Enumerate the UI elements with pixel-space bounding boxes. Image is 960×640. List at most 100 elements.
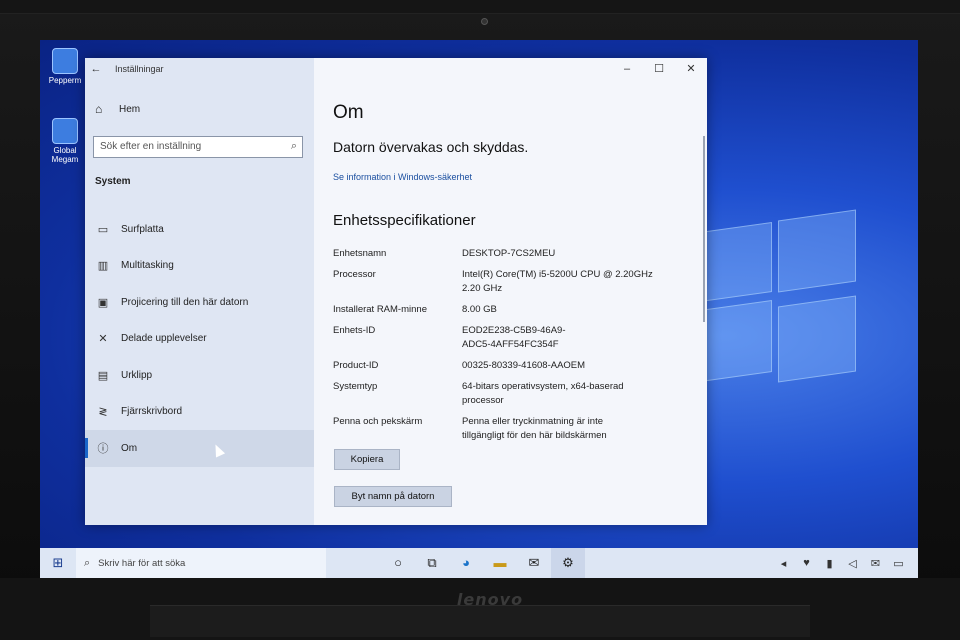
laptop-hinge [150, 605, 810, 637]
device-specs: Enhetsnamn DESKTOP-7CS2MEU Processor Int… [333, 247, 693, 450]
settings-sidebar: ← Inställningar ⌂ Hem Sök efter en instä… [85, 58, 314, 525]
app-icon [52, 48, 78, 74]
spec-label: Product-ID [333, 360, 379, 371]
clipboard-icon: ▤ [97, 369, 109, 382]
window-controls: – ☐ ✕ [611, 58, 707, 80]
scrollbar[interactable] [703, 136, 705, 322]
settings-window: ← Inställningar ⌂ Hem Sök efter en instä… [85, 58, 707, 525]
desktop-screen: Pepperm Global Megam ← Inställningar ⌂ H… [40, 40, 918, 578]
sidebar-item-label: Multitasking [121, 260, 174, 272]
home-icon: ⌂ [95, 102, 103, 116]
title-bar: ← Inställningar [85, 58, 314, 80]
file-explorer-icon[interactable]: ▬ [483, 548, 517, 578]
home-link[interactable]: ⌂ Hem [95, 102, 140, 116]
windows-wallpaper-logo [700, 209, 860, 385]
back-button[interactable]: ← [85, 63, 107, 75]
sidebar-item-projection[interactable]: ▣ Projicering till den här datorn [85, 284, 314, 321]
sidebar-item-shared-experiences[interactable]: ✕ Delade upplevelser [85, 321, 314, 358]
multitasking-icon: ▥ [97, 260, 109, 273]
desktop-icon-label: Global Megam [51, 146, 79, 164]
spec-value: Intel(R) Core(TM) i5-5200U CPU @ 2.20GHz… [462, 269, 653, 294]
protection-status: Datorn övervakas och skyddas. [333, 139, 529, 155]
rename-pc-button[interactable]: Byt namn på datorn [334, 486, 452, 507]
security-link[interactable]: Se information i Windows-säkerhet [333, 172, 472, 182]
minimize-icon: – [623, 63, 631, 75]
settings-search-input[interactable]: Sök efter en inställning ⌕ [93, 136, 303, 158]
spec-value: Penna eller tryckinmatning är inte tillg… [462, 416, 607, 441]
sidebar-item-remote-desktop[interactable]: ≷ Fjärrskrivbord [85, 394, 314, 431]
sidebar-item-clipboard[interactable]: ▤ Urklipp [85, 357, 314, 394]
webcam [481, 18, 488, 25]
specs-heading: Enhetsspecifikationer [333, 212, 476, 229]
spec-value: DESKTOP-7CS2MEU [462, 248, 556, 259]
spec-row: Installerat RAM-minne 8.00 GB [333, 303, 693, 317]
projection-icon: ▣ [97, 296, 109, 309]
spec-row: Systemtyp 64-bitars operativsystem, x64-… [333, 380, 693, 408]
desktop-icon-label: Pepperm [48, 76, 82, 85]
taskbar: ⊞ ⌕ Skriv här för att söka ○ ⧉ ◕ ▬ ✉ ⚙ ◂… [40, 548, 918, 578]
volume-icon[interactable]: ◁ [841, 557, 864, 570]
maximize-icon: ☐ [654, 63, 664, 75]
info-icon: ⓘ [97, 443, 109, 456]
minimize-button[interactable]: – [611, 58, 643, 80]
arrow-left-icon: ← [90, 63, 102, 75]
bezel-top [0, 0, 960, 14]
settings-icon[interactable]: ⚙ [551, 548, 585, 578]
battery-icon[interactable]: ▮ [818, 557, 841, 570]
security-shield-icon[interactable]: ♥ [795, 557, 818, 569]
close-button[interactable]: ✕ [675, 58, 707, 80]
sidebar-item-label: Projicering till den här datorn [121, 296, 249, 308]
settings-main-pane: – ☐ ✕ Om Datorn övervakas och skyddas. S… [314, 58, 707, 525]
sidebar-item-multitasking[interactable]: ▥ Multitasking [85, 248, 314, 285]
sidebar-item-tablet[interactable]: ▭ Surfplatta [85, 211, 314, 248]
sidebar-item-label: Fjärrskrivbord [121, 406, 183, 418]
cortana-icon[interactable]: ○ [381, 548, 415, 578]
desktop-icon[interactable]: Pepperm [42, 48, 88, 85]
sidebar-nav: ▭ Surfplatta ▥ Multitasking ▣ Projicerin… [85, 211, 314, 467]
spec-label: Systemtyp [333, 381, 378, 392]
tray-chevron-icon[interactable]: ◂ [772, 557, 795, 570]
system-tray: ◂ ♥ ▮ ◁ ✉ ▭ [772, 548, 910, 578]
spec-row: Enhetsnamn DESKTOP-7CS2MEU [333, 247, 693, 261]
copy-button[interactable]: Kopiera [334, 449, 400, 470]
spec-label: Processor [333, 269, 376, 280]
taskbar-search-input[interactable]: ⌕ Skriv här för att söka [76, 548, 326, 578]
search-icon: ⌕ [84, 556, 91, 569]
shared-experiences-icon: ✕ [98, 333, 108, 346]
app-icon [52, 118, 78, 144]
windows-start-icon: ⊞ [52, 555, 64, 570]
start-button[interactable]: ⊞ [40, 555, 76, 571]
spec-row: Product-ID 00325-80339-41608-AAOEM [333, 359, 693, 373]
spec-row: Processor Intel(R) Core(TM) i5-5200U CPU… [333, 268, 693, 296]
spec-value: EOD2E238-C5B9-46A9- ADC5-4AFF54FC354F [462, 325, 566, 350]
mail-icon[interactable]: ✉ [517, 548, 551, 578]
sidebar-item-label: Om [121, 442, 138, 454]
task-view-icon[interactable]: ⧉ [415, 548, 449, 578]
sidebar-item-about[interactable]: ⓘ Om [85, 430, 314, 467]
edge-icon[interactable]: ◕ [449, 548, 483, 578]
taskbar-search-placeholder: Skriv här för att söka [98, 557, 186, 569]
close-icon: ✕ [686, 63, 696, 75]
tablet-icon: ▭ [97, 223, 109, 236]
page-title: Om [333, 102, 364, 123]
search-placeholder: Sök efter en inställning [100, 141, 202, 152]
sidebar-item-label: Urklipp [121, 369, 153, 381]
home-label: Hem [119, 103, 141, 115]
spec-label: Enhets-ID [333, 325, 376, 336]
desktop-icon[interactable]: Global Megam [42, 118, 88, 164]
remote-desktop-icon: ≷ [98, 406, 108, 419]
notification-center-icon[interactable]: ▭ [887, 557, 910, 570]
search-icon[interactable]: ⌕ [291, 140, 297, 153]
section-title: System [95, 176, 131, 187]
spec-value: 64-bitars operativsystem, x64-baserad pr… [462, 381, 624, 406]
language-icon[interactable]: ✉ [864, 557, 887, 570]
sidebar-item-label: Surfplatta [121, 223, 164, 235]
spec-label: Installerat RAM-minne [333, 304, 427, 315]
taskbar-apps: ○ ⧉ ◕ ▬ ✉ ⚙ [381, 548, 585, 578]
spec-row: Enhets-ID EOD2E238-C5B9-46A9- ADC5-4AFF5… [333, 324, 693, 352]
spec-label: Enhetsnamn [333, 248, 387, 259]
maximize-button[interactable]: ☐ [643, 58, 675, 80]
spec-row: Penna och pekskärm Penna eller tryckinma… [333, 415, 693, 443]
sidebar-item-label: Delade upplevelser [121, 333, 207, 345]
spec-value: 8.00 GB [462, 304, 497, 315]
